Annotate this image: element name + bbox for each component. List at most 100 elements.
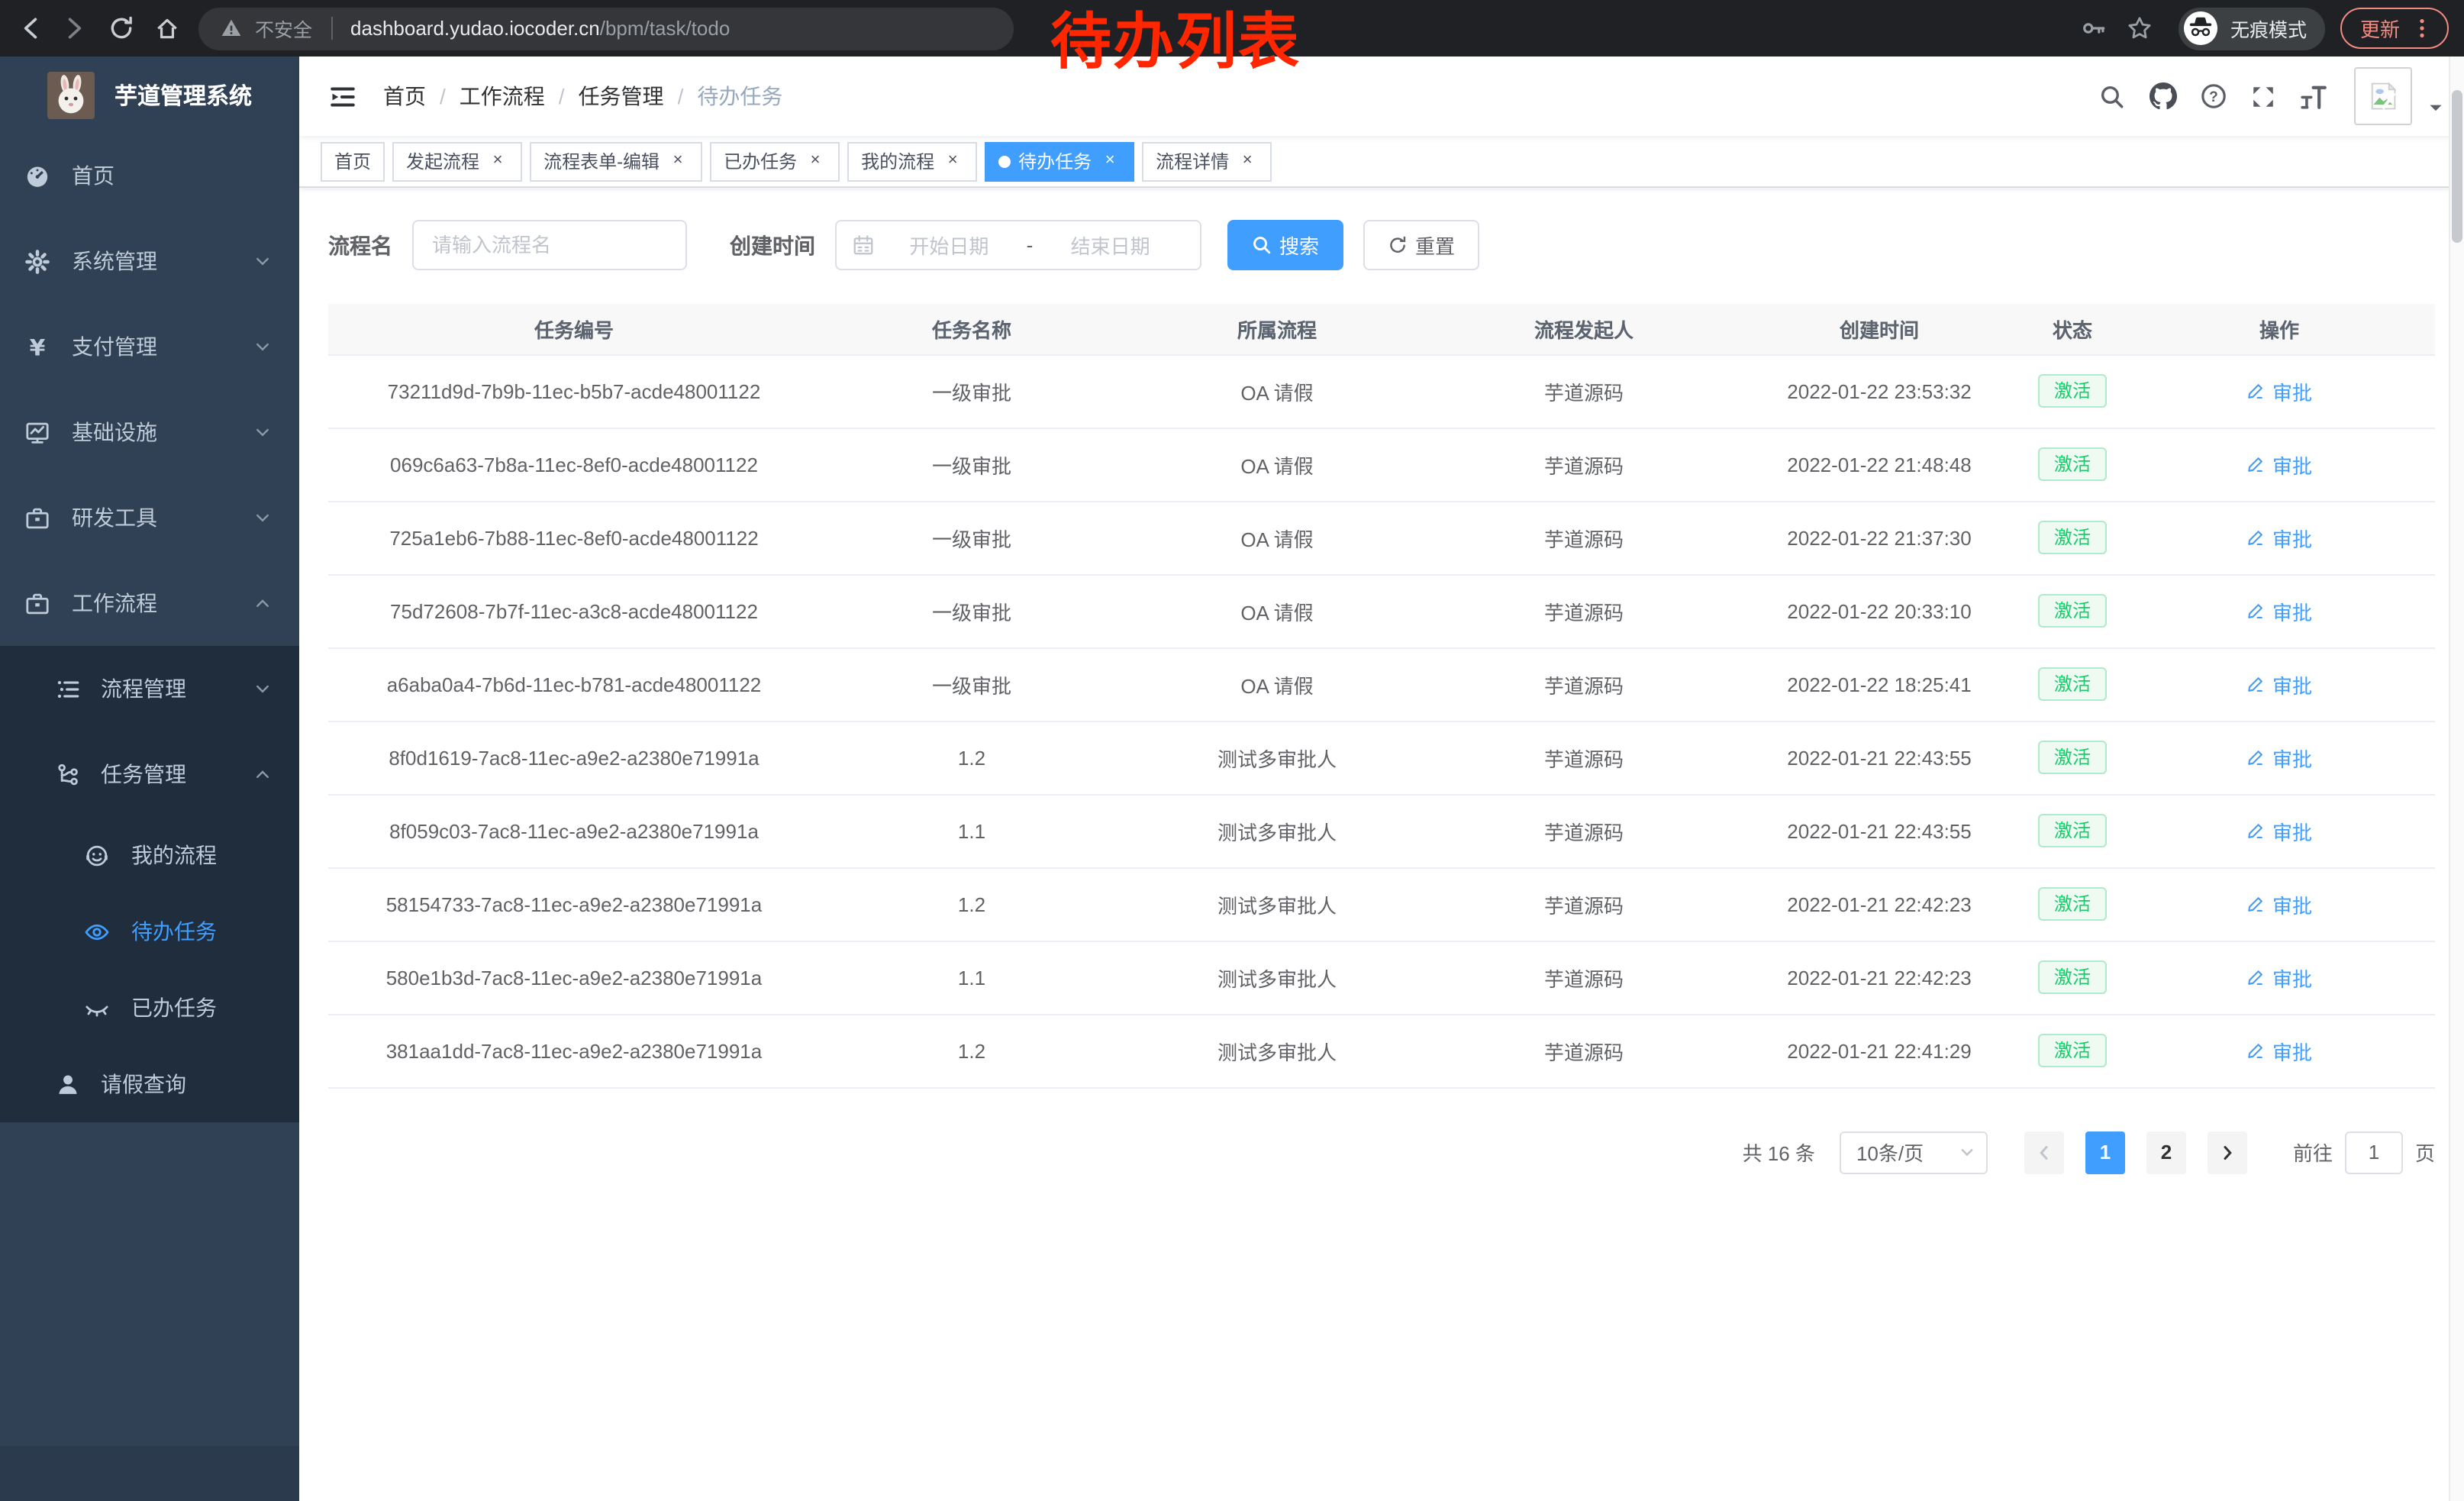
cell-starter: 芋道源码 [1430,941,1737,1014]
status-badge: 激活 [2039,447,2106,481]
approve-link[interactable]: 审批 [2246,523,2312,552]
sidebar-item-label: 系统管理 [72,246,157,276]
next-page-button[interactable] [2208,1131,2247,1173]
approve-link[interactable]: 审批 [2246,670,2312,699]
sidebar-item-dev-tools[interactable]: 研发工具 [0,475,299,560]
cell-created: 2022-01-22 21:48:48 [1737,428,2021,501]
tab-my-process[interactable]: 我的流程× [847,141,977,181]
scrollbar-thumb[interactable] [2452,90,2462,243]
user-face-icon [84,842,110,868]
cell-status: 激活 [2021,647,2124,721]
status-badge: 激活 [2039,960,2106,994]
approve-link[interactable]: 审批 [2246,450,2312,479]
bookmark-star-icon[interactable] [2117,5,2163,51]
pagination-total: 共 16 条 [1743,1138,1815,1167]
tab-todo-tasks[interactable]: 待办任务× [985,141,1134,181]
sidebar-item-home[interactable]: 首页 [0,133,299,218]
tab-close-icon[interactable]: × [942,150,963,172]
approve-link[interactable]: 审批 [2246,743,2312,772]
approve-link[interactable]: 审批 [2246,1036,2312,1065]
annotation-overlay-text: 待办列表 [1050,9,1301,76]
sidebar-item-system-management[interactable]: 系统管理 [0,218,299,304]
browser-menu-dots-icon[interactable] [2411,17,2433,40]
search-button[interactable]: 搜索 [1227,220,1343,270]
sidebar-item-infrastructure[interactable]: 基础设施 [0,389,299,475]
incognito-icon [2183,11,2218,46]
approve-link[interactable]: 审批 [2246,889,2312,918]
end-date-placeholder[interactable]: 结束日期 [1036,231,1185,260]
browser-update-button[interactable]: 更新 [2340,8,2449,49]
sidebar-item-done-tasks[interactable]: 已办任务 [0,970,299,1046]
approve-link[interactable]: 审批 [2246,376,2312,405]
page-size-select[interactable]: 10条/页 [1840,1131,1988,1173]
edit-pen-icon [2246,747,2266,767]
tab-close-icon[interactable]: × [487,150,508,172]
navbar-actions: ? [2087,67,2449,125]
user-menu-caret-icon[interactable] [2421,98,2449,115]
status-badge: 激活 [2039,667,2106,701]
tab-label: 发起流程 [406,148,479,174]
sidebar-item-leave-query[interactable]: 请假查询 [0,1046,299,1122]
browser-forward-button[interactable] [52,5,98,51]
date-range-picker[interactable]: 开始日期 - 结束日期 [835,220,1201,270]
browser-home-button[interactable] [144,5,189,51]
sidebar-item-payment-management[interactable]: ¥支付管理 [0,304,299,389]
approve-link[interactable]: 审批 [2246,963,2312,992]
column-header: 创建时间 [1737,304,2021,354]
sidebar-item-process-management[interactable]: 流程管理 [0,646,299,731]
github-icon[interactable] [2137,71,2188,121]
header-search-icon[interactable] [2087,71,2137,121]
table-row: 73211d9d-7b9b-11ec-b5b7-acde48001122一级审批… [328,354,2435,428]
gear-icon [24,248,50,274]
reset-button[interactable]: 重置 [1363,220,1479,270]
sidebar-collapse-icon[interactable] [322,76,362,116]
tab-close-icon[interactable]: × [667,150,689,172]
sidebar-item-label: 已办任务 [131,993,217,1023]
tab-close-icon[interactable]: × [1237,150,1258,172]
page-button-1[interactable]: 1 [2085,1131,2125,1173]
help-icon[interactable]: ? [2188,71,2238,121]
sidebar-item-label: 请假查询 [101,1069,186,1099]
date-range-separator: - [1024,234,1037,257]
process-name-input[interactable] [412,220,687,270]
user-avatar[interactable] [2354,67,2412,125]
edit-pen-icon [2246,821,2266,841]
tab-start-process[interactable]: 发起流程 × [392,141,522,181]
table-row: 75d72608-7b7f-11ec-a3c8-acde48001122一级审批… [328,574,2435,647]
sidebar-menu: 首页系统管理 ¥支付管理基础设施研发工具工作流程流程管理任务管理我的流程待办任务已… [0,133,299,1122]
tab-home[interactable]: 首页 [321,141,385,181]
breadcrumb-workflow[interactable]: 工作流程 [460,81,545,111]
edit-pen-icon [2246,1041,2266,1060]
font-size-icon[interactable] [2288,71,2339,121]
sidebar-item-task-management[interactable]: 任务管理 [0,731,299,817]
approve-link[interactable]: 审批 [2246,596,2312,625]
tab-close-icon[interactable]: × [805,150,826,172]
tab-process-form-edit[interactable]: 流程表单-编辑× [530,141,702,181]
breadcrumb-task-management[interactable]: 任务管理 [579,81,664,111]
tab-process-detail[interactable]: 流程详情× [1142,141,1272,181]
sidebar-item-workflow[interactable]: 工作流程 [0,560,299,646]
browser-back-button[interactable] [6,5,52,51]
approve-link[interactable]: 审批 [2246,816,2312,845]
cell-task-name: 一级审批 [820,428,1124,501]
breadcrumb-home[interactable]: 首页 [383,81,426,111]
sidebar-item-my-process[interactable]: 我的流程 [0,817,299,893]
fullscreen-icon[interactable] [2238,71,2288,121]
app-logo[interactable]: 芋道管理系统 [0,56,299,133]
eye-closed-icon [84,995,110,1021]
sidebar-item-todo-tasks[interactable]: 待办任务 [0,893,299,970]
security-warning-icon[interactable] [220,17,243,40]
tab-close-icon[interactable]: × [1099,150,1121,172]
page-button-2[interactable]: 2 [2146,1131,2186,1173]
start-date-placeholder[interactable]: 开始日期 [875,231,1024,260]
cell-process: OA 请假 [1124,428,1430,501]
prev-page-button[interactable] [2024,1131,2064,1173]
cell-status: 激活 [2021,941,2124,1014]
goto-page-input[interactable] [2345,1131,2403,1173]
tab-done-tasks[interactable]: 已办任务× [710,141,840,181]
address-bar[interactable]: 不安全 dashboard.yudao.iocoder.cn/bpm/task/… [198,7,1014,50]
password-key-icon[interactable] [2072,5,2117,51]
browser-reload-button[interactable] [98,5,144,51]
url-divider [331,17,332,40]
cell-starter: 芋道源码 [1430,721,1737,794]
